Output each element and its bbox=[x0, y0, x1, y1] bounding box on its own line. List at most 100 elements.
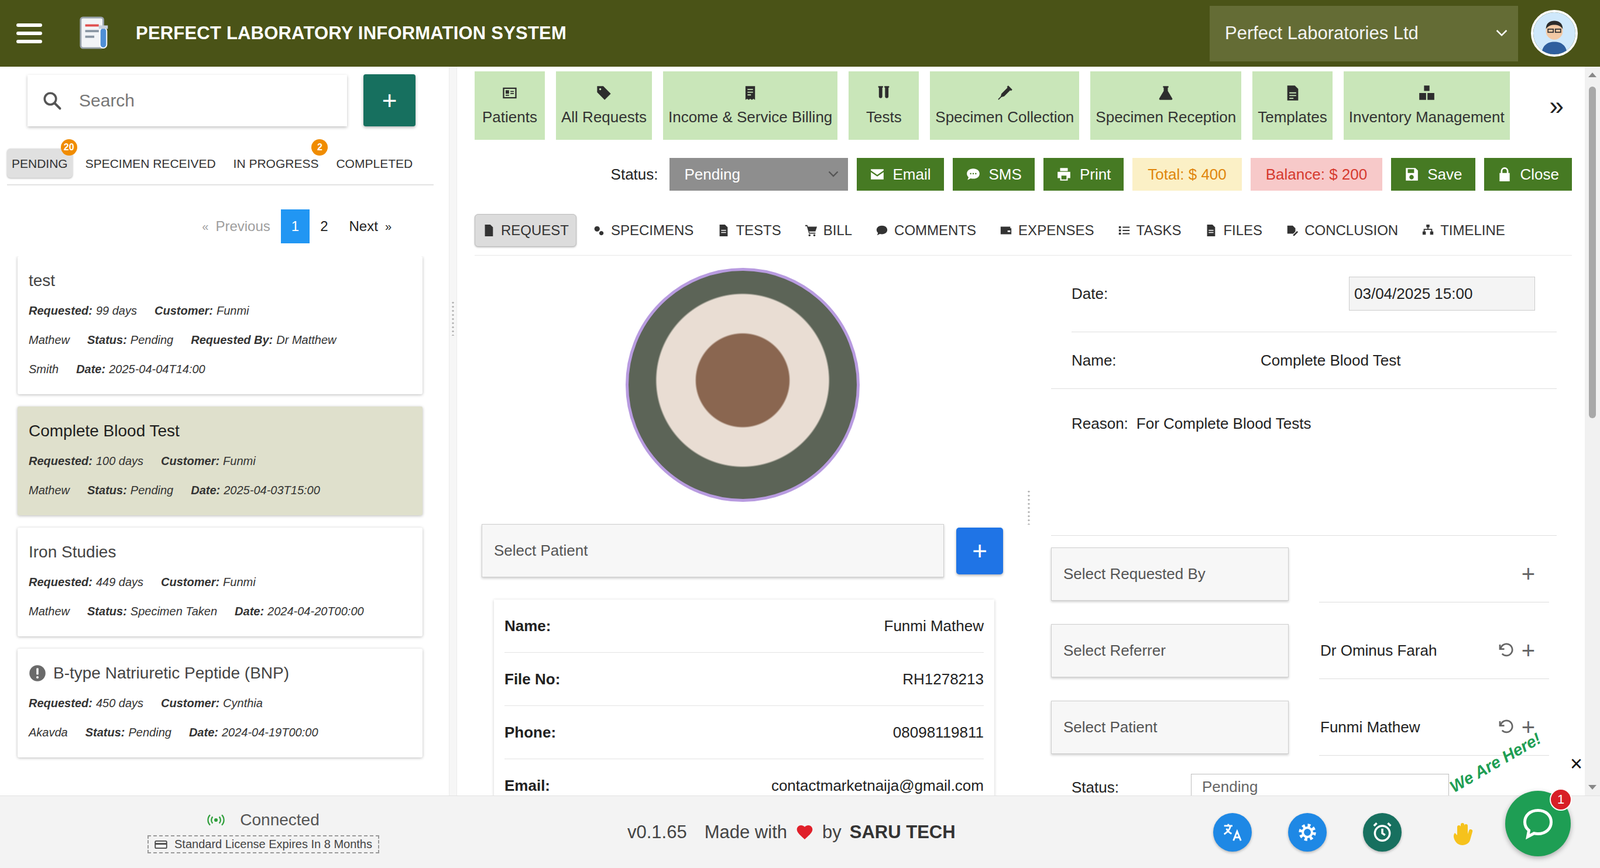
module-icon bbox=[875, 84, 892, 102]
tab-icon bbox=[875, 224, 889, 238]
top-bar: PERFECT LABORATORY INFORMATION SYSTEMPer… bbox=[0, 0, 1600, 67]
search-field[interactable] bbox=[27, 74, 348, 127]
request-card[interactable]: B-type Natriuretic Peptide (BNP)Requeste… bbox=[17, 649, 423, 758]
action-button[interactable]: Email bbox=[856, 158, 944, 191]
request-tab[interactable]: BILL bbox=[797, 214, 860, 247]
request-tab[interactable]: CONCLUSION bbox=[1278, 214, 1406, 247]
chat-icon bbox=[1520, 806, 1556, 842]
add-button[interactable]: + bbox=[1521, 639, 1536, 663]
status-select[interactable]: Pending bbox=[669, 158, 848, 191]
request-card[interactable]: Iron StudiesRequested:449 daysCustomer:F… bbox=[17, 527, 423, 637]
selected-value: + bbox=[1319, 546, 1550, 603]
chevron-down-icon bbox=[828, 170, 839, 178]
scroll-up-icon[interactable] bbox=[1588, 72, 1597, 78]
page-button[interactable]: 2 bbox=[309, 209, 339, 244]
count-badge: 20 bbox=[60, 139, 78, 156]
request-reason[interactable]: For Complete Blood Tests bbox=[1136, 414, 1312, 433]
request-detail: Status:Pending bbox=[87, 333, 174, 347]
status-label: Status: bbox=[610, 165, 659, 184]
status-tab[interactable]: PENDING 20 bbox=[7, 148, 73, 178]
request-status-select[interactable]: Pending bbox=[1190, 774, 1450, 796]
module-icon bbox=[501, 84, 518, 102]
tab-icon bbox=[804, 224, 818, 238]
add-patient-button[interactable]: + bbox=[956, 527, 1004, 575]
user-avatar[interactable] bbox=[1530, 9, 1578, 57]
save-button[interactable]: Save bbox=[1391, 158, 1475, 191]
module-button[interactable]: Patients bbox=[474, 71, 545, 140]
request-detail: Date:2024-04-19T00:00 bbox=[189, 726, 319, 740]
module-button[interactable]: Income & Service Billing bbox=[663, 71, 838, 140]
tab-icon bbox=[999, 224, 1013, 238]
request-tab[interactable]: TASKS bbox=[1110, 214, 1190, 247]
user-avatar-icon bbox=[1533, 12, 1576, 55]
request-card[interactable]: testRequested:99 daysCustomer:Funmi Math… bbox=[17, 256, 423, 395]
request-tab[interactable]: COMMENTS bbox=[867, 214, 984, 247]
heart-icon bbox=[795, 823, 815, 843]
translate-icon bbox=[1221, 821, 1244, 844]
settings-button[interactable] bbox=[1288, 813, 1327, 853]
request-list: testRequested:99 daysCustomer:Funmi Math… bbox=[0, 256, 449, 796]
request-tab[interactable]: REQUEST bbox=[474, 214, 577, 247]
page-scrollbar[interactable] bbox=[1584, 66, 1600, 796]
status-tabs: PENDING 20SPECIMEN RECEIVED IN PROGRESS … bbox=[7, 148, 434, 186]
chat-button[interactable]: 1 bbox=[1505, 791, 1571, 857]
next-page-button[interactable]: Next» bbox=[338, 209, 403, 244]
request-tab[interactable]: TIMELINE bbox=[1413, 214, 1513, 247]
chat-close-button[interactable]: × bbox=[1570, 753, 1583, 775]
patient-info-card: Name:Funmi MathewFile No:RH1278213Phone:… bbox=[493, 599, 995, 796]
request-title: Iron Studies bbox=[28, 543, 412, 562]
module-button[interactable]: Tests bbox=[848, 71, 919, 140]
search-input[interactable] bbox=[77, 90, 333, 112]
request-tab[interactable]: FILES bbox=[1196, 214, 1270, 247]
request-detail: Status:Specimen Taken bbox=[87, 605, 218, 618]
request-tab[interactable]: TESTS bbox=[709, 214, 789, 247]
status-tab[interactable]: COMPLETED bbox=[331, 148, 418, 178]
undo-icon[interactable] bbox=[1497, 718, 1515, 737]
more-modules-button[interactable]: » bbox=[1541, 71, 1572, 140]
request-tab[interactable]: EXPENSES bbox=[991, 214, 1102, 247]
scroll-down-icon[interactable] bbox=[1588, 785, 1597, 791]
menu-button[interactable] bbox=[15, 19, 44, 48]
request-content: Select Patient+Name:Funmi MathewFile No:… bbox=[474, 255, 1572, 796]
module-button[interactable]: Specimen Reception bbox=[1090, 71, 1242, 140]
patient-select[interactable]: Select Patient bbox=[481, 524, 944, 578]
count-badge: 2 bbox=[311, 139, 328, 156]
module-button[interactable]: All Requests bbox=[555, 71, 652, 140]
status-tab[interactable]: IN PROGRESS 2 bbox=[228, 148, 324, 178]
request-detail: Requested:450 days bbox=[28, 697, 144, 710]
module-button[interactable]: Specimen Collection bbox=[929, 71, 1080, 140]
scroll-thumb[interactable] bbox=[1588, 86, 1596, 419]
tab-icon bbox=[716, 224, 730, 238]
organization-select[interactable]: Perfect Laboratories Ltd bbox=[1209, 5, 1519, 62]
select-field[interactable]: Select Requested By bbox=[1051, 547, 1289, 602]
module-icon bbox=[1284, 84, 1301, 102]
select-field[interactable]: Select Referrer bbox=[1051, 624, 1289, 678]
license-notice: Standard License Expires In 8 Months bbox=[147, 835, 380, 854]
name-row: Name:Complete Blood Test bbox=[1051, 332, 1557, 390]
reason-row: Reason:For Complete Blood Tests bbox=[1051, 389, 1557, 537]
add-request-button[interactable]: + bbox=[363, 74, 416, 127]
language-button[interactable] bbox=[1213, 813, 1252, 853]
module-toolbar: PatientsAll RequestsIncome & Service Bil… bbox=[474, 71, 1572, 140]
request-card[interactable]: Complete Blood TestRequested:100 daysCus… bbox=[17, 406, 423, 516]
request-detail: Requested:100 days bbox=[28, 454, 144, 468]
request-sidebar: + PENDING 20SPECIMEN RECEIVED IN PROGRESS… bbox=[0, 66, 449, 796]
module-button[interactable]: Inventory Management bbox=[1343, 71, 1510, 140]
module-button[interactable]: Templates bbox=[1252, 71, 1333, 140]
request-name[interactable]: Complete Blood Test bbox=[1260, 351, 1401, 370]
sidebar-splitter[interactable] bbox=[448, 66, 458, 796]
request-detail: Requested:99 days bbox=[28, 304, 137, 318]
panel-splitter[interactable] bbox=[1020, 255, 1038, 796]
request-tab[interactable]: SPECIMENS bbox=[584, 214, 702, 247]
select-field[interactable]: Select Patient bbox=[1051, 701, 1289, 755]
action-button[interactable]: Print bbox=[1043, 158, 1124, 191]
previous-page-button[interactable]: «Previous bbox=[191, 209, 281, 244]
page-button[interactable]: 1 bbox=[280, 209, 310, 244]
close-button[interactable]: Close bbox=[1484, 158, 1572, 191]
add-button[interactable]: + bbox=[1521, 562, 1536, 586]
date-input[interactable]: 03/04/2025 15:00 bbox=[1348, 276, 1536, 311]
undo-icon[interactable] bbox=[1497, 641, 1515, 660]
action-button[interactable]: SMS bbox=[952, 158, 1035, 191]
status-tab[interactable]: SPECIMEN RECEIVED bbox=[80, 148, 221, 178]
alarm-button[interactable] bbox=[1362, 813, 1402, 853]
